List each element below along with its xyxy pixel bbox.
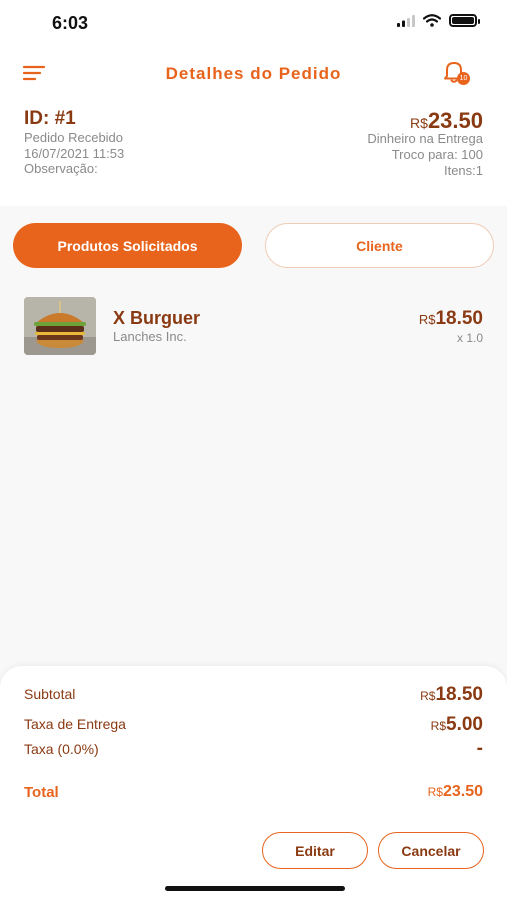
delivery-fee-value: R$5.00	[431, 714, 483, 736]
status-icons	[397, 14, 480, 27]
order-total-amount: 23.50	[427, 108, 483, 133]
items-count: Itens:1	[443, 163, 483, 178]
status-bar: 6:03	[0, 0, 507, 48]
order-summary: Subtotal R$18.50 Taxa de Entrega R$5.00 …	[0, 666, 507, 900]
product-price-amount: 18.50	[435, 308, 483, 329]
order-payment-info: Dinheiro na Entrega Troco para: 100 Iten…	[367, 131, 483, 179]
product-quantity: x 1.0	[456, 331, 483, 345]
delivery-fee-amount: 5.00	[446, 714, 483, 735]
total-amount: 23.50	[442, 783, 483, 800]
order-total-currency: R$	[410, 115, 428, 131]
order-status: Pedido Recebido	[24, 130, 124, 145]
subtotal-currency: R$	[420, 689, 436, 703]
total-label: Total	[24, 784, 59, 801]
tax-label: Taxa (0.0%)	[24, 741, 99, 757]
tab-cliente[interactable]: Cliente	[265, 223, 494, 268]
notification-badge: 10	[457, 72, 470, 85]
tax-value: -	[476, 738, 483, 759]
signal-icon	[397, 14, 415, 27]
list-item[interactable]: X Burguer Lanches Inc. R$18.50 x 1.0	[0, 290, 507, 360]
edit-button[interactable]: Editar	[262, 832, 368, 869]
change-for: Troco para: 100	[391, 147, 483, 162]
payment-method: Dinheiro na Entrega	[367, 131, 483, 146]
product-name: X Burguer	[113, 308, 201, 328]
delivery-fee-label: Taxa de Entrega	[24, 716, 126, 732]
subtotal-amount: 18.50	[435, 684, 483, 705]
battery-icon	[449, 14, 480, 27]
subtotal-label: Subtotal	[24, 686, 76, 702]
order-observation: Observação:	[24, 161, 98, 176]
product-price-currency: R$	[418, 312, 436, 327]
order-info: ID: #1 Pedido Recebido 16/07/2021 11:53 …	[0, 98, 507, 206]
cancel-button[interactable]: Cancelar	[378, 832, 484, 869]
nav-bar: Detalhes do Pedido 10	[0, 48, 507, 98]
product-vendor: Lanches Inc.	[113, 329, 187, 344]
wifi-icon	[423, 14, 441, 27]
total-value: R$23.50	[428, 783, 483, 801]
tab-produtos-solicitados[interactable]: Produtos Solicitados	[13, 223, 242, 268]
total-currency: R$	[427, 785, 443, 799]
page-title: Detalhes do Pedido	[165, 64, 342, 83]
delivery-fee-currency: R$	[430, 719, 447, 733]
product-price: R$18.50	[419, 308, 483, 330]
subtotal-value: R$18.50	[420, 684, 483, 706]
home-indicator	[165, 886, 345, 891]
status-time: 6:03	[52, 13, 89, 33]
order-meta: Pedido Recebido 16/07/2021 11:53 Observa…	[24, 130, 124, 177]
order-id: ID: #1	[24, 108, 76, 129]
burger-photo	[24, 297, 96, 355]
order-datetime: 16/07/2021 11:53	[24, 145, 125, 161]
notifications-button[interactable]: 10	[440, 58, 472, 90]
